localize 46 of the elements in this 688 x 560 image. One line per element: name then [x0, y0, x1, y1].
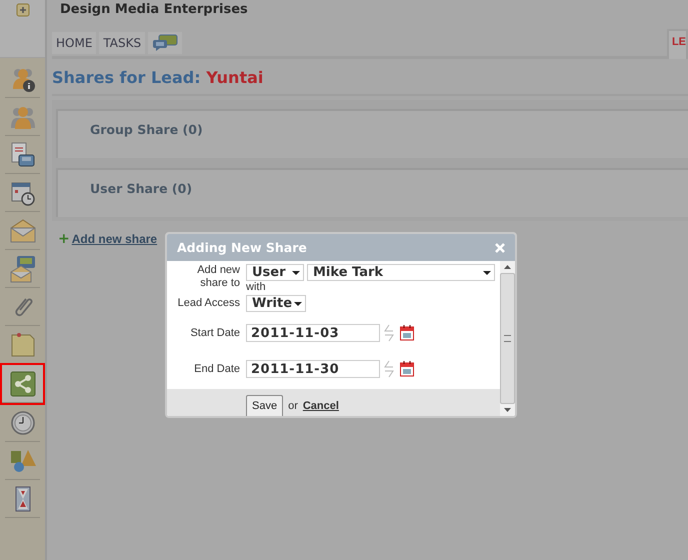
- envelope-icon: [8, 218, 36, 242]
- scroll-down-icon[interactable]: [504, 408, 511, 412]
- save-button[interactable]: Save: [246, 395, 284, 416]
- add-share-link[interactable]: Add new share: [72, 232, 158, 246]
- spinner-icon[interactable]: [384, 359, 394, 379]
- calendar-icon[interactable]: [400, 361, 414, 377]
- caret-icon: [292, 270, 300, 274]
- page-heading: Shares for Lead: Yuntai: [52, 59, 688, 96]
- with-label: with: [246, 281, 267, 293]
- hourglass-icon: [14, 486, 32, 512]
- date-label: Start Date: [189, 326, 240, 340]
- calendar-clock-icon: [10, 180, 36, 206]
- envelope-chat-icon: [8, 254, 36, 282]
- section-title: User Share (0): [90, 181, 192, 196]
- tab[interactable]: HOME: [52, 32, 96, 54]
- share-icon: [10, 370, 36, 396]
- note-icon: [10, 332, 36, 358]
- document-phone-icon: [10, 142, 36, 168]
- chat-tab[interactable]: [148, 32, 182, 54]
- shapes-icon: [8, 448, 36, 474]
- or-text: or: [288, 400, 298, 414]
- date-label: End Date: [193, 362, 240, 376]
- scroll-up-icon[interactable]: [504, 265, 511, 269]
- type-select[interactable]: User: [246, 264, 304, 281]
- spinner-icon[interactable]: [384, 323, 394, 343]
- scrollbar[interactable]: [500, 261, 515, 416]
- person-select[interactable]: Mike Tark: [307, 264, 495, 281]
- access-select[interactable]: Write: [246, 295, 306, 312]
- date-field[interactable]: 2011-11-30: [246, 360, 380, 378]
- section-title: Group Share (0): [90, 122, 203, 137]
- dialog-title: Adding New Share: [177, 240, 307, 255]
- close-icon[interactable]: [495, 242, 505, 252]
- sidebar-item[interactable]: [2, 365, 43, 403]
- company-name: Design Media Enterprises: [59, 1, 249, 19]
- share-to-label: Add new share to: [196, 264, 240, 290]
- chat-bubbles-icon: [152, 34, 178, 52]
- tab[interactable]: TASKS: [99, 32, 146, 54]
- cancel-link[interactable]: Cancel: [302, 400, 339, 416]
- caret-icon: [294, 302, 302, 306]
- add-icon[interactable]: [16, 3, 30, 17]
- calendar-icon[interactable]: [400, 325, 414, 341]
- plus-icon: +: [58, 231, 70, 247]
- caret-icon: [483, 270, 491, 274]
- date-field[interactable]: 2011-11-03: [246, 324, 380, 342]
- access-label: Lead Access: [176, 297, 240, 310]
- clock-icon: [10, 410, 36, 436]
